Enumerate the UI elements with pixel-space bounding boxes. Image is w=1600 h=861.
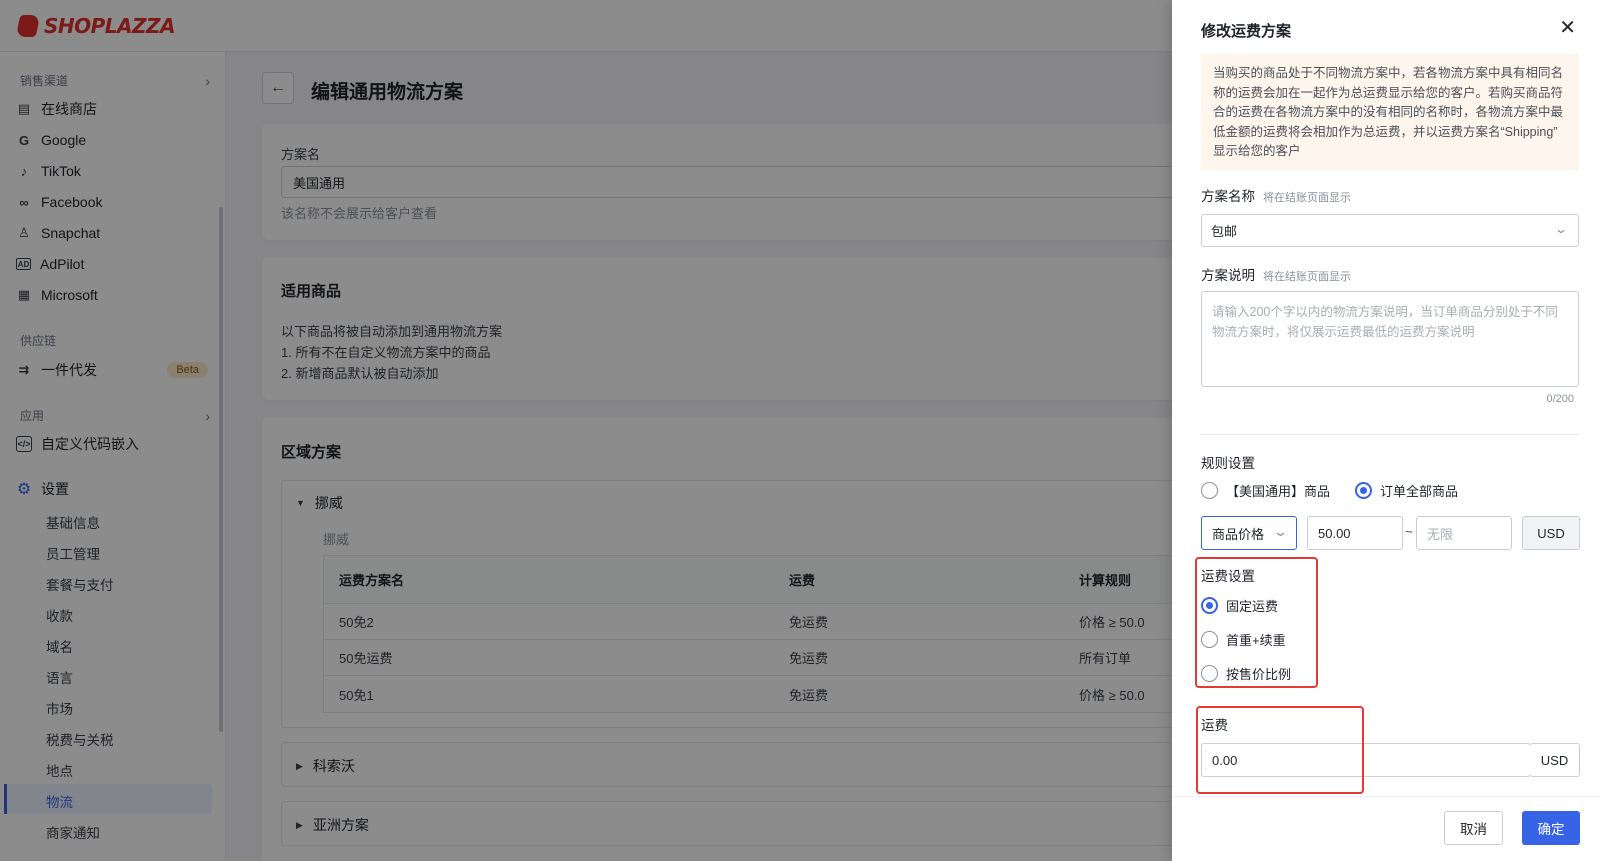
modal-backdrop[interactable] [0, 0, 1172, 861]
rules-label: 规则设置 [1201, 456, 1255, 471]
plan-name-field-label: 方案名称 将在结账页面显示 [1201, 185, 1351, 205]
close-icon[interactable]: ✕ [1559, 18, 1576, 38]
max-value-input[interactable]: 无限 [1416, 516, 1512, 550]
drawer-title: 修改运费方案 [1201, 23, 1292, 40]
rule-option-label: 订单全部商品 [1380, 484, 1459, 499]
chevron-down-icon: ⌄ [1272, 524, 1289, 539]
rule-option-us-products[interactable]: 【美国通用】商品 [1201, 481, 1330, 500]
plan-name-select-value: 包邮 [1211, 224, 1238, 239]
radio-checked-icon [1355, 482, 1372, 499]
chevron-down-icon: ⌄ [1553, 222, 1569, 236]
cancel-button[interactable]: 取消 [1444, 811, 1503, 845]
divider [1201, 434, 1579, 435]
drawer-footer-divider [1172, 796, 1600, 797]
char-counter: 0/200 [1546, 393, 1574, 405]
currency-label: USD [1537, 525, 1565, 541]
plan-desc-sublabel: 将在结账页面显示 [1263, 271, 1351, 283]
fee-currency-addon: USD [1530, 743, 1580, 777]
plan-desc-textarea[interactable]: 请输入200个字以内的物流方案说明，当订单商品分别处于不同物流方案时，将仅展示运… [1201, 291, 1579, 387]
confirm-button[interactable]: 确定 [1522, 811, 1580, 845]
rule-option-all-products[interactable]: 订单全部商品 [1355, 481, 1458, 500]
currency-addon: USD [1522, 516, 1580, 550]
plan-name-select[interactable]: 包邮 ⌄ [1201, 214, 1579, 247]
condition-type-select[interactable]: 商品价格 ⌄ [1201, 516, 1297, 550]
plan-name-label-text: 方案名称 [1201, 189, 1255, 204]
max-value-placeholder: 无限 [1427, 526, 1454, 542]
radio-unchecked-icon [1201, 482, 1218, 499]
min-value: 50.00 [1318, 525, 1351, 541]
range-separator: ~ [1405, 524, 1413, 539]
condition-type-value: 商品价格 [1212, 526, 1265, 542]
min-value-input[interactable]: 50.00 [1307, 516, 1403, 550]
highlight-fee-input [1196, 706, 1364, 794]
fee-currency-label: USD [1540, 752, 1569, 768]
highlight-fee-settings [1195, 557, 1318, 688]
notice-banner: 当购买的商品处于不同物流方案中，若各物流方案中具有相同名称的运费会加在一起作为总… [1201, 54, 1579, 170]
plan-desc-field-label: 方案说明 将在结账页面显示 [1201, 264, 1351, 284]
plan-desc-label-text: 方案说明 [1201, 268, 1255, 283]
plan-name-sublabel: 将在结账页面显示 [1263, 192, 1351, 204]
rule-option-label: 【美国通用】商品 [1226, 484, 1331, 499]
